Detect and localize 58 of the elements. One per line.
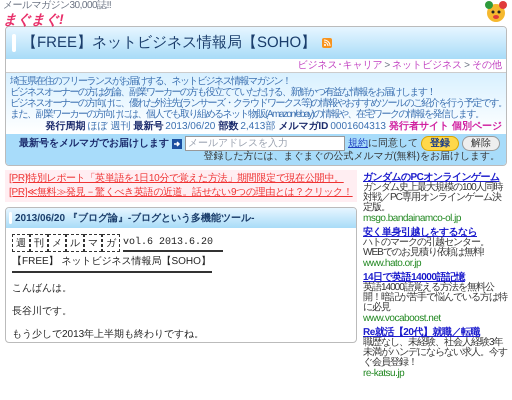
profile-link[interactable]: 発行者サイト bbox=[389, 121, 449, 133]
ad-description: ガンダム史上最大規模の100人同時対戦／PC専用オンラインゲーム決定版。 bbox=[363, 183, 504, 213]
rss-icon[interactable] bbox=[322, 38, 332, 48]
masthead-text: 【FREE】 ネットビジネス情報局【SOHO】 bbox=[12, 254, 212, 273]
mascot-icon bbox=[483, 0, 509, 24]
banner-character: 週 bbox=[12, 234, 30, 252]
tagline: メールマガジン30,000誌!! bbox=[3, 0, 112, 12]
site-logo[interactable]: まぐまぐ! bbox=[3, 12, 112, 26]
arrow-icon bbox=[172, 138, 182, 148]
ad-title[interactable]: 安く単身引越しをするなら bbox=[363, 227, 507, 238]
stat-value: ほぼ 週刊 bbox=[88, 121, 130, 133]
stat-label: 最新号 bbox=[133, 121, 164, 133]
article-paragraph: こんばんは。 bbox=[12, 282, 73, 296]
ad-title[interactable]: ガンダムのPCオンラインゲーム bbox=[363, 172, 507, 183]
unsubscribe-button[interactable]: 解除 bbox=[462, 136, 500, 151]
breadcrumb-link[interactable]: ビジネス･キャリア bbox=[297, 58, 382, 73]
description-text: 埼玉県在住のフリーランスがお届けする、ネットビジネス情報マガジン！ bbox=[10, 76, 290, 87]
stat-label: メルマガID bbox=[278, 121, 328, 133]
description-text: ビジネスオーナーの方向けに、優れた外注先(ランサーズ・クラウドワークス等)の情報やおすすめツールのご紹介を行う予定です。 bbox=[10, 98, 502, 109]
stat-value: 2013/06/20 bbox=[165, 121, 216, 133]
email-field[interactable]: メールアドレスを入力 bbox=[185, 136, 345, 151]
article-title: 2013/06/20 『ブログ論』-ブログという多機能ツール- bbox=[15, 212, 254, 226]
magazine-title: 【FREE】ネットビジネス情報局【SOHO】 bbox=[22, 32, 316, 53]
description-text: また、副業ワーカーの方向けには、個人でも取り組めるネット物販(Amazon/ebay)の情報や、在宅ワークの情報を発信します。 bbox=[10, 109, 484, 120]
banner-character: ル bbox=[66, 234, 84, 252]
ad-description: ハトのマークの引越センター。WEBでのお見積り依頼は無料! bbox=[363, 238, 490, 258]
profile-link[interactable]: 個別ページ bbox=[452, 121, 502, 133]
description-text: ビジネスオーナーの方は勿論、副業ワーカーの方も役立てていただける、新鮮かつ有益な情報をお届けします！ bbox=[10, 87, 436, 98]
banner-character: 刊 bbox=[30, 234, 48, 252]
subscribe-note: 登録した方には、まぐまぐの公式メルマガ(無料)をお届けします。 bbox=[203, 151, 500, 163]
stat-value: 0001604313 bbox=[330, 121, 386, 133]
ad-url: www.vocaboost.net bbox=[363, 313, 442, 324]
register-button[interactable]: 登録 bbox=[421, 136, 459, 151]
subscribe-label: 最新号をメルマガでお届けします bbox=[19, 136, 169, 151]
breadcrumb-link[interactable]: ネットビジネス bbox=[392, 58, 462, 73]
ad-description: 職歴なし、未経験、社会人経験3年未満がハンデにならない求人。今すぐ会員登録！ bbox=[363, 338, 507, 368]
ad-url: msgo.bandainamco-ol.jp bbox=[363, 213, 462, 224]
banner-character: ガ bbox=[102, 234, 120, 252]
pr-link[interactable]: [PR]≪無料≫発見－驚くべき英語の近道。話せない9つの理由とは？クリック！ bbox=[9, 186, 353, 200]
stat-label: 部数 bbox=[218, 121, 238, 133]
ad-description: 英語14000語覚える方法を無料公開！暗記が苦手で悩んでいる方は特に必見 bbox=[363, 283, 507, 313]
banner-character: メ bbox=[48, 234, 66, 252]
banner-character: マ bbox=[84, 234, 102, 252]
ad-title[interactable]: 14日で英語14000語記憶 bbox=[363, 272, 507, 283]
terms-link[interactable]: 規約 bbox=[348, 136, 368, 151]
stat-value: 2,413部 bbox=[240, 121, 276, 133]
article-paragraph: 長谷川です。 bbox=[12, 304, 73, 319]
breadcrumb-separator: > bbox=[464, 59, 470, 73]
terms-text: に同意して bbox=[368, 136, 418, 150]
ad-url: www.hato.or.jp bbox=[363, 258, 422, 269]
stat-label: 発行周期 bbox=[46, 121, 86, 133]
breadcrumb-link[interactable]: その他 bbox=[472, 58, 502, 73]
ad-title[interactable]: Re就活【20代】就職／転職 bbox=[363, 327, 507, 338]
article-paragraph: もう少しで2013年上半期も終わりですね。 bbox=[12, 328, 206, 342]
issue-info: vol.6 2013.6.20 bbox=[123, 235, 224, 252]
breadcrumb-separator: > bbox=[384, 59, 390, 73]
pr-link[interactable]: [PR]特別レポート「英単語を1日10分で覚えた方法」期間限定で現在公開中。 bbox=[9, 172, 353, 186]
ad-url: re-katsu.jp bbox=[363, 368, 406, 379]
